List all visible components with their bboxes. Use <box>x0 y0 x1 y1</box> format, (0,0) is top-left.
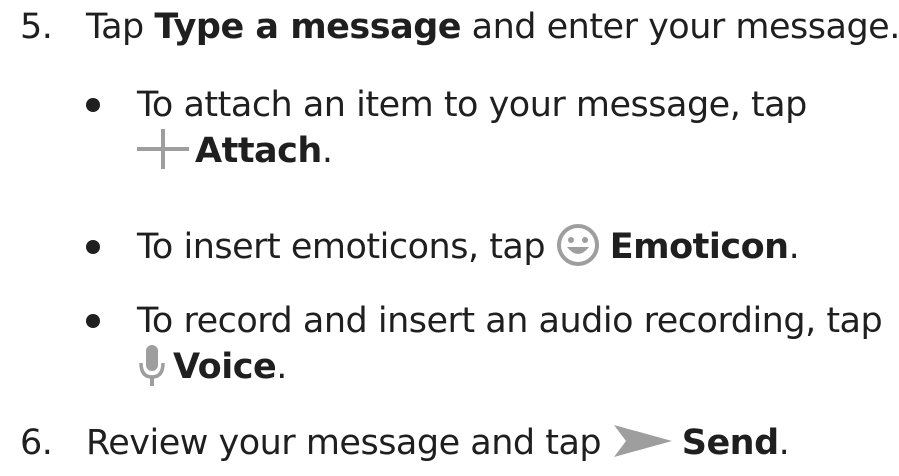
voice-label: Voice <box>173 347 277 387</box>
type-a-message-label: Type a message <box>154 7 461 47</box>
microphone-icon <box>137 343 167 387</box>
step-number: 5. <box>20 7 53 47</box>
attach-label: Attach <box>195 131 322 171</box>
bullet-attach-line2: Attach. <box>137 128 333 174</box>
bullet-voice-line2: Voice. <box>137 344 287 390</box>
step-number: 6. <box>20 423 53 463</box>
step-5-text: Tap Type a message and enter your messag… <box>86 7 899 47</box>
bullet-dot <box>86 98 100 112</box>
bullet-dot <box>86 314 100 328</box>
bullet-emoticon-line: To insert emoticons, tap Emoticon. <box>137 223 800 270</box>
send-label: Send <box>681 423 779 463</box>
step-6-text: Review your message and tap Send. <box>86 421 790 463</box>
bullet-attach-line1: To attach an item to your message, tap <box>137 85 807 125</box>
emoticon-icon <box>556 223 600 267</box>
emoticon-label: Emoticon <box>609 227 789 267</box>
attach-plus-icon <box>137 129 189 169</box>
send-icon <box>612 421 674 461</box>
bullet-dot <box>86 240 100 254</box>
bullet-voice-line1: To record and insert an audio recording,… <box>137 301 883 341</box>
